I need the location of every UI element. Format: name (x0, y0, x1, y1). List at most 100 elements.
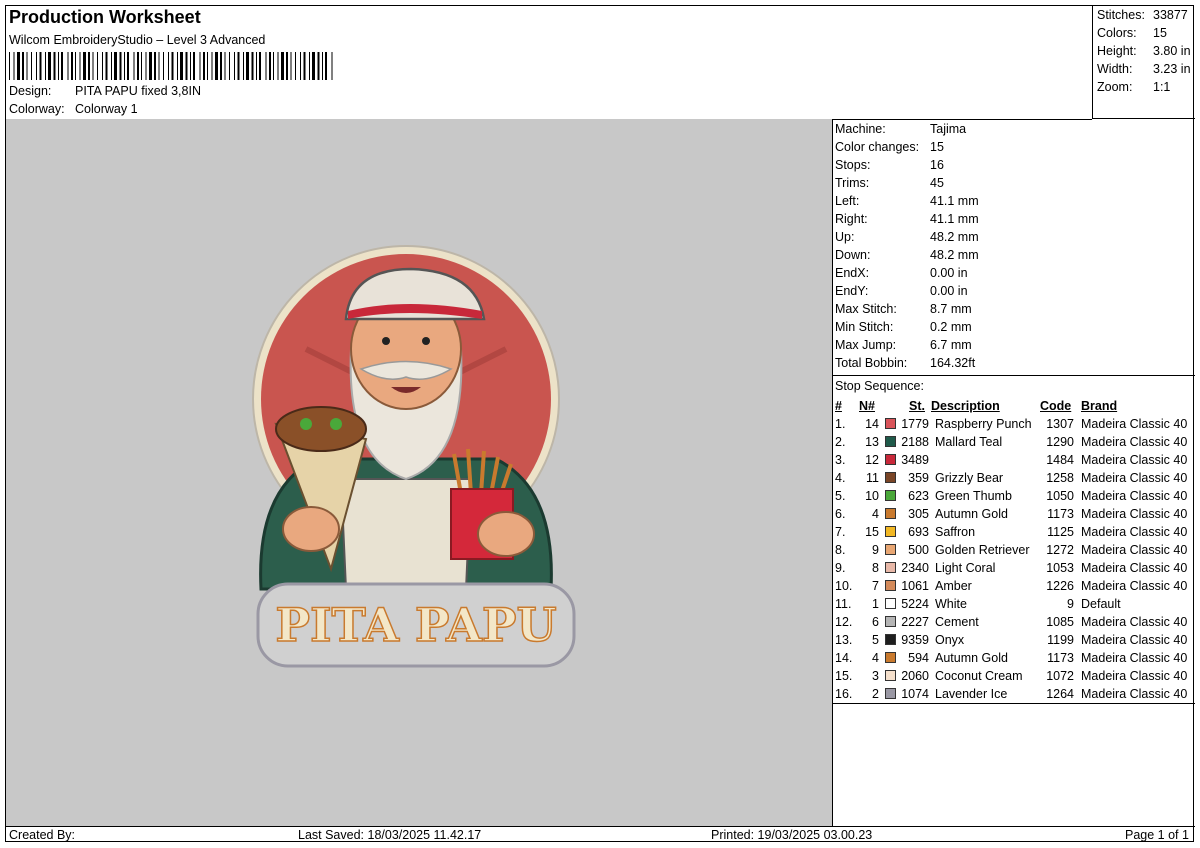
info-value: 6.7 mm (930, 338, 972, 352)
needle-number: 14 (865, 417, 879, 431)
stop-row: 14. 4 594 Autumn Gold 1173 Madeira Classic 40 (835, 649, 1195, 667)
stop-num: 2. (835, 435, 846, 449)
info-label: Left: (835, 194, 860, 208)
logo-text: PITA PAPU (275, 598, 556, 652)
machine-info-row: Up: 48.2 mm (835, 228, 979, 246)
stitch-count: 1779 (901, 417, 929, 431)
needle-number: 4 (872, 651, 879, 665)
stop-table-header: # N# St. Description Code Brand (835, 397, 1195, 415)
thread-code: 1264 (1046, 687, 1074, 701)
summary-height: Height: 3.80 in (1097, 42, 1195, 60)
header-code: Code (1040, 399, 1072, 413)
stop-row: 13. 5 9359 Onyx 1199 Madeira Classic 40 (835, 631, 1195, 649)
needle-number: 4 (872, 507, 879, 521)
thread-brand: Madeira Classic 40 (1081, 651, 1188, 665)
stitch-count: 2188 (901, 435, 929, 449)
machine-info-row: Down: 48.2 mm (835, 246, 979, 264)
thread-code: 1307 (1046, 417, 1074, 431)
stop-row: 15. 3 2060 Coconut Cream 1072 Madeira Classic… (835, 667, 1195, 685)
stitch-count: 5224 (901, 597, 929, 611)
design-value: PITA PAPU fixed 3,8IN (75, 84, 201, 98)
info-label: Max Stitch: (835, 302, 897, 316)
info-label: Machine: (835, 122, 886, 136)
info-value: 41.1 mm (930, 212, 979, 226)
stop-row: 10. 7 1061 Amber 1226 Madeira Classic 40 (835, 577, 1195, 595)
summary-value: 3.80 in (1153, 44, 1191, 58)
info-label: EndY: (835, 284, 869, 298)
thread-brand: Madeira Classic 40 (1081, 417, 1188, 431)
stop-num: 9. (835, 561, 846, 575)
stop-num: 14. (835, 651, 853, 665)
stop-num: 12. (835, 615, 853, 629)
info-label: EndX: (835, 266, 870, 280)
info-value: 45 (930, 176, 944, 190)
colorway-row: Colorway: Colorway 1 (9, 102, 138, 116)
stitch-count: 2340 (901, 561, 929, 575)
summary-width: Width: 3.23 in (1097, 60, 1195, 78)
thread-description: Autumn Gold (935, 651, 1008, 665)
machine-info-row: Max Stitch: 8.7 mm (835, 300, 972, 318)
worksheet-footer: Created By: Last Saved: 18/03/2025 11.42… (6, 826, 1195, 844)
design-preview: PITA PAPU (6, 119, 833, 826)
section-divider (833, 375, 1195, 376)
software-name: Wilcom EmbroideryStudio – Level 3 Advanc… (9, 33, 266, 47)
page-number: Page 1 of 1 (1125, 828, 1189, 842)
thread-code: 1085 (1046, 615, 1074, 629)
stop-sequence-label: Stop Sequence: (835, 379, 924, 393)
thread-description: Saffron (935, 525, 976, 539)
thread-brand: Madeira Classic 40 (1081, 453, 1188, 467)
stitch-count: 500 (908, 543, 929, 557)
thread-code: 1290 (1046, 435, 1074, 449)
info-label: Trims: (835, 176, 870, 190)
stop-num: 15. (835, 669, 853, 683)
stop-row: 8. 9 500 Golden Retriever 1272 Madeira Classi… (835, 541, 1195, 559)
needle-number: 9 (872, 543, 879, 557)
info-label: Min Stitch: (835, 320, 894, 334)
thread-description: Green Thumb (935, 489, 1012, 503)
stop-num: 3. (835, 453, 846, 467)
design-label: Design: (9, 84, 52, 98)
thread-brand: Madeira Classic 40 (1081, 579, 1188, 593)
machine-info-row: Min Stitch: 0.2 mm (835, 318, 972, 336)
stitch-count: 359 (908, 471, 929, 485)
needle-number: 10 (865, 489, 879, 503)
summary-value: 1:1 (1153, 80, 1171, 94)
header-description: Description (931, 399, 1000, 413)
thread-description: Light Coral (935, 561, 996, 575)
summary-label: Colors: (1097, 26, 1137, 40)
worksheet-frame: Production Worksheet Wilcom EmbroiderySt… (5, 5, 1195, 844)
thread-code: 1272 (1046, 543, 1074, 557)
machine-info-row: EndY: 0.00 in (835, 282, 968, 300)
summary-stitches: Stitches: 33877 (1097, 6, 1195, 24)
thread-code: 1226 (1046, 579, 1074, 593)
colorway-label: Colorway: (9, 102, 65, 116)
machine-info-row: Machine: Tajima (835, 120, 966, 138)
needle-number: 8 (872, 561, 879, 575)
needle-number: 3 (872, 669, 879, 683)
stitch-count: 3489 (901, 453, 929, 467)
thread-code: 1258 (1046, 471, 1074, 485)
info-value: 0.00 in (930, 266, 968, 280)
last-saved: Last Saved: 18/03/2025 11.42.17 (298, 828, 482, 842)
summary-value: 33877 (1153, 8, 1188, 22)
stitch-count: 305 (908, 507, 929, 521)
stop-num: 8. (835, 543, 846, 557)
needle-number: 2 (872, 687, 879, 701)
stop-num: 16. (835, 687, 853, 701)
machine-info-row: Color changes: 15 (835, 138, 944, 156)
thread-code: 1050 (1046, 489, 1074, 503)
created-by: Created By: (9, 828, 76, 842)
stop-num: 13. (835, 633, 853, 647)
needle-number: 11 (866, 471, 879, 485)
stop-row: 11. 1 5224 White 9 Default (835, 595, 1195, 613)
thread-code: 1484 (1046, 453, 1074, 467)
info-value: 0.2 mm (930, 320, 972, 334)
thread-description: White (935, 597, 967, 611)
needle-number: 5 (872, 633, 879, 647)
needle-number: 6 (872, 615, 879, 629)
stop-row: 4. 11 359 Grizzly Bear 1258 Madeira Classic 4… (835, 469, 1195, 487)
thread-code: 1173 (1047, 651, 1074, 665)
thread-code: 9 (1067, 597, 1074, 611)
stop-num: 4. (835, 471, 846, 485)
needle-number: 1 (872, 597, 879, 611)
